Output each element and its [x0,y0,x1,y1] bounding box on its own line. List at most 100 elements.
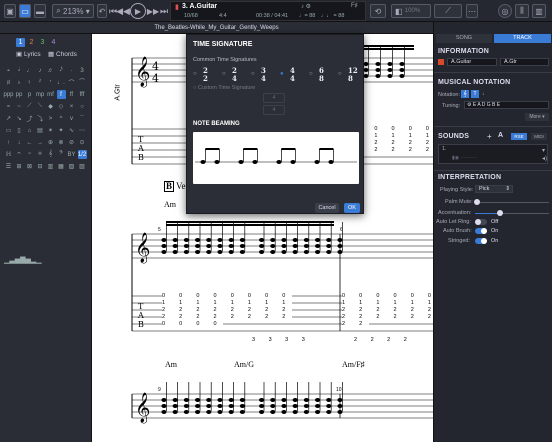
note-head[interactable] [172,238,178,242]
tuning-field[interactable]: ⚙ E A D G B E [464,101,549,109]
note-head[interactable] [375,74,381,78]
metronome-icon[interactable]: ♪ ⚙ [301,3,311,10]
note-head[interactable] [337,250,343,254]
note-head[interactable] [183,398,189,402]
auto-brush-toggle[interactable] [475,228,487,234]
signature-radio[interactable]: ○ [309,71,313,77]
note-head[interactable] [239,238,245,242]
palette-tool-icon[interactable]: > [46,114,55,123]
signature-radio[interactable]: ○ [338,71,342,77]
note-head[interactable] [239,410,245,414]
palette-tool-icon[interactable]: ⟍ [36,102,45,111]
speaker-icon[interactable]: ◂) [542,155,547,162]
tab-notation-toggle[interactable]: T [471,90,479,98]
note-head[interactable] [326,244,332,248]
palette-tool-icon[interactable]: 𝅗𝅥 [15,66,24,75]
note-head[interactable] [387,74,393,78]
palette-tool-icon[interactable]: 𝄑 [25,150,34,159]
palette-tool-icon[interactable]: ✦ [57,126,66,135]
palette-tool-icon[interactable]: ↑ [4,138,13,147]
note-head[interactable] [399,62,405,66]
note-head[interactable] [292,238,298,242]
note-head[interactable] [183,404,189,408]
note-head[interactable] [303,244,309,248]
palette-tool-icon[interactable]: mf [46,90,55,99]
palette-tool-icon[interactable]: ⊘ [67,138,76,147]
signature-radio[interactable]: ○ [251,71,255,77]
note-head[interactable] [206,238,212,242]
note-head[interactable] [161,238,167,242]
voice-3-button[interactable]: 3 [38,38,47,47]
note-head[interactable] [375,68,381,72]
note-head[interactable] [195,244,201,248]
palette-tool-icon[interactable]: ⌒ [67,78,76,87]
note-head[interactable] [172,250,178,254]
add-sound-icon[interactable]: + [487,132,492,141]
track-color-swatch[interactable] [438,59,444,65]
note-head[interactable] [281,410,287,414]
note-head[interactable] [363,62,369,66]
skip-forward-icon[interactable]: ⏭ [160,4,168,18]
ok-button[interactable]: OK [344,203,360,213]
note-head[interactable] [259,404,265,408]
palette-tool-icon[interactable]: ⤴ [25,114,34,123]
note-head[interactable] [195,250,201,254]
current-track-name[interactable]: 3. A.Guitar [182,3,217,10]
play-button[interactable]: ▶ [130,3,146,19]
palette-tool-icon[interactable]: ⌂ [25,126,34,135]
note-head[interactable] [292,250,298,254]
palm-mute-slider[interactable] [475,202,549,203]
palette-tool-icon[interactable]: ▥ [46,162,55,171]
tab-track[interactable]: TRACK [494,34,551,43]
palette-tool-icon[interactable]: ⊞ [15,162,24,171]
palette-tool-icon[interactable]: ~ [15,102,24,111]
note-head[interactable] [375,62,381,66]
midi-toggle[interactable]: MIDI [531,133,547,140]
loop-icon[interactable]: ⟲ [370,4,386,18]
note-head[interactable] [228,410,234,414]
note-head[interactable] [303,250,309,254]
note-head[interactable] [259,244,265,248]
note-head[interactable] [228,238,234,242]
custom-radio[interactable]: ○ Custom Time Signature [193,85,255,91]
palette-tool-icon[interactable]: → [36,138,45,147]
custom-numerator-input[interactable]: 4 [263,93,285,103]
palette-tool-icon[interactable]: ▦ [57,162,66,171]
note-head[interactable] [326,238,332,242]
note-head[interactable] [387,62,393,66]
note-head[interactable] [399,74,405,78]
palette-tool-icon[interactable]: ⊗ [57,138,66,147]
palette-tool-icon[interactable]: ▤ [36,126,45,135]
rewind-icon[interactable]: ◀◀ [116,4,130,18]
palette-tool-icon[interactable]: 𝅘𝅥𝅯 [57,66,66,75]
palette-tool-icon[interactable]: pp [15,90,24,99]
note-head[interactable] [183,250,189,254]
note-head[interactable] [259,250,265,254]
palette-tool-icon[interactable]: ▧ [67,162,76,171]
palette-tool-icon[interactable]: 3 [78,66,87,75]
note-head[interactable] [239,398,245,402]
note-head[interactable] [172,244,178,248]
palette-tool-icon[interactable]: ≈ [4,102,13,111]
note-head[interactable] [363,74,369,78]
custom-denominator-input[interactable]: 4 [263,105,285,115]
zoom-select[interactable]: ⌕ 213% ▾ [52,4,94,18]
note-head[interactable] [206,398,212,402]
layout-page-icon[interactable]: ▣ [4,4,16,18]
palette-tool-icon[interactable]: × [67,102,76,111]
stringed-toggle[interactable] [475,238,487,244]
note-head[interactable] [270,398,276,402]
palette-tool-icon[interactable]: ⟡ [36,150,45,159]
note-head[interactable] [270,404,276,408]
note-head[interactable] [172,410,178,414]
note-head[interactable] [270,244,276,248]
note-head[interactable] [270,410,276,414]
palette-tool-icon[interactable]: 𝄐 [15,150,24,159]
palette-tool-icon[interactable]: ^ [57,114,66,123]
note-head[interactable] [195,238,201,242]
note-head[interactable] [292,404,298,408]
palette-tool-icon[interactable]: ☰ [4,162,13,171]
note-head[interactable] [281,244,287,248]
palette-tool-icon[interactable]: mp [36,90,45,99]
palette-tool-icon[interactable]: ⊙ [78,138,87,147]
